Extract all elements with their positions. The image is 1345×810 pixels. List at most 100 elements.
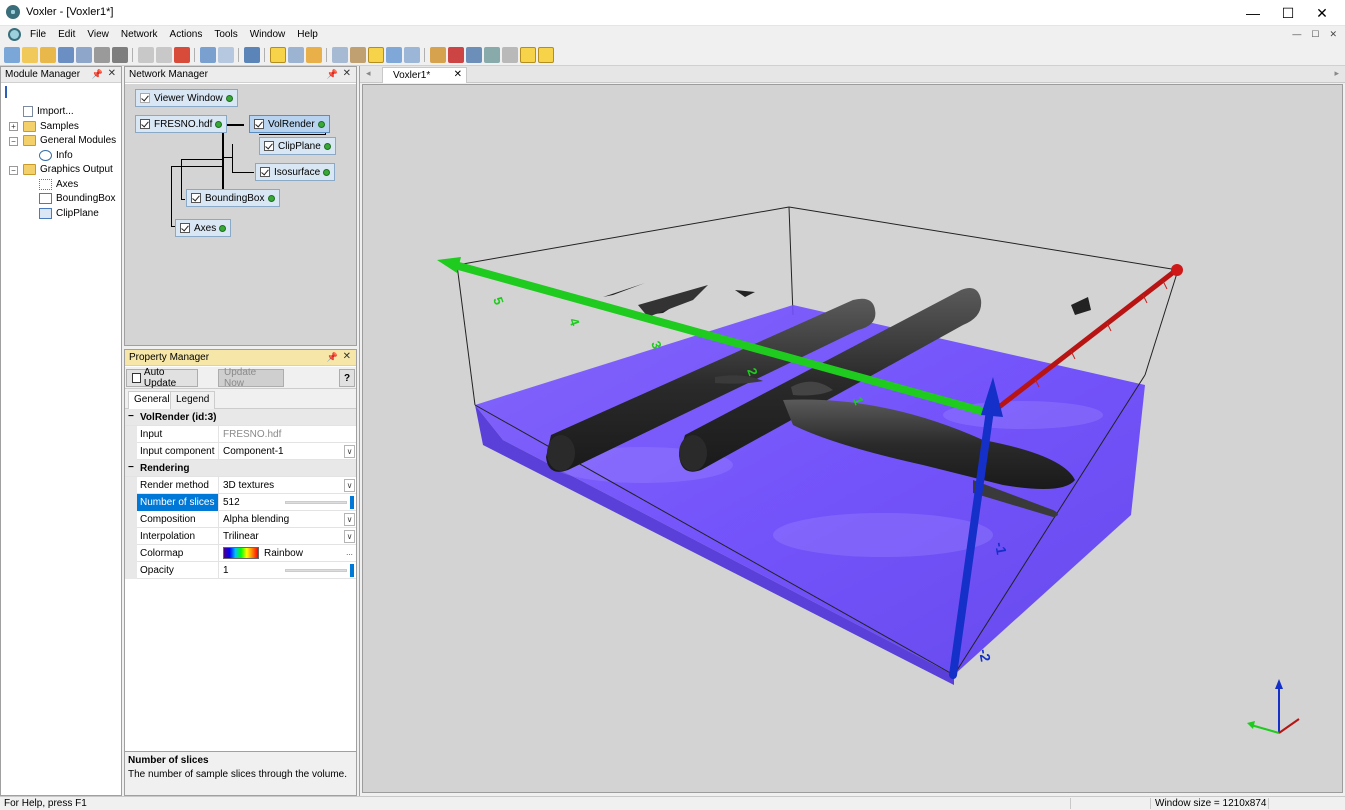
tree-item-import[interactable]: Import... xyxy=(23,104,74,118)
save-icon[interactable] xyxy=(58,47,74,63)
collapse-icon[interactable]: − xyxy=(128,411,134,422)
new-worksheet-icon[interactable] xyxy=(22,47,38,63)
fit-to-window-icon[interactable] xyxy=(332,47,348,63)
dropdown-arrow-icon[interactable]: ∨ xyxy=(344,513,355,526)
tree-item-general-modules[interactable]: General Modules xyxy=(23,133,116,147)
opacity-slider-track[interactable] xyxy=(285,569,347,572)
light-icon[interactable] xyxy=(538,47,554,63)
node-output-port-icon[interactable] xyxy=(219,224,227,232)
menu-edit[interactable]: Edit xyxy=(58,29,83,40)
node-checkbox[interactable] xyxy=(140,93,150,103)
menu-network[interactable]: Network xyxy=(121,29,166,40)
node-checkbox[interactable] xyxy=(140,119,150,129)
row-render-method[interactable]: Render method 3D textures ∨ xyxy=(125,477,356,494)
tab-scroll-left-icon[interactable]: ◂ xyxy=(366,68,371,79)
close-icon[interactable]: ✕ xyxy=(343,351,351,362)
node-isosurface[interactable]: Isosurface xyxy=(255,163,336,181)
row-colormap[interactable]: Colormap Rainbow ... xyxy=(125,545,356,562)
pin-icon[interactable]: 📌 xyxy=(92,69,103,80)
opacity-slider-handle[interactable] xyxy=(350,564,354,577)
section-volrender[interactable]: − VolRender (id:3) xyxy=(125,409,356,426)
open-icon[interactable] xyxy=(40,47,56,63)
help-pointer-icon[interactable] xyxy=(244,47,260,63)
document-system-menu-icon[interactable] xyxy=(8,28,21,41)
tree-item-graphics-output[interactable]: Graphics Output xyxy=(23,162,113,176)
close-button[interactable]: ✕ xyxy=(1299,0,1345,26)
tab-scroll-right-icon[interactable]: ▸ xyxy=(1334,68,1339,79)
tab-general[interactable]: General xyxy=(128,391,176,409)
import-arrow-icon[interactable] xyxy=(5,86,15,98)
node-checkbox[interactable] xyxy=(254,119,264,129)
orthographic-view-icon[interactable] xyxy=(386,47,402,63)
help-button[interactable]: ? xyxy=(339,369,355,387)
node-output-port-icon[interactable] xyxy=(215,120,223,128)
tree-item-boundingbox[interactable]: BoundingBox xyxy=(39,191,116,205)
node-output-port-icon[interactable] xyxy=(267,194,275,202)
pin-icon[interactable]: 📌 xyxy=(327,352,338,363)
node-fresno-hdf[interactable]: FRESNO.hdf xyxy=(135,115,228,133)
stereo-icon[interactable] xyxy=(520,47,536,63)
row-opacity[interactable]: Opacity 1 xyxy=(125,562,356,579)
pin-icon[interactable]: 📌 xyxy=(327,69,338,80)
network-canvas[interactable]: Viewer Window FRESNO.hdf VolRender ClipP… xyxy=(125,84,356,345)
node-checkbox[interactable] xyxy=(260,167,270,177)
expand-samples-icon[interactable]: + xyxy=(9,122,18,131)
menu-help[interactable]: Help xyxy=(297,29,326,40)
new-icon[interactable] xyxy=(4,47,20,63)
node-volrender[interactable]: VolRender xyxy=(249,115,330,133)
select-tool-icon[interactable] xyxy=(270,47,286,63)
section-rendering[interactable]: − Rendering xyxy=(125,460,356,477)
tab-voxler1[interactable]: Voxler1* ✕ xyxy=(382,67,467,83)
mdi-close-button[interactable]: ✕ xyxy=(1329,29,1337,40)
node-viewer-window[interactable]: Viewer Window xyxy=(135,89,238,107)
undo-icon[interactable] xyxy=(200,47,216,63)
dropdown-arrow-icon[interactable]: ∨ xyxy=(344,479,355,492)
node-checkbox[interactable] xyxy=(180,223,190,233)
axes-tool-icon[interactable] xyxy=(502,47,518,63)
row-number-of-slices[interactable]: Number of slices 512 xyxy=(125,494,356,511)
perspective-view-icon[interactable] xyxy=(368,47,384,63)
collapse-graphics-output-icon[interactable]: − xyxy=(9,166,18,175)
copy-icon[interactable] xyxy=(138,47,154,63)
menu-view[interactable]: View xyxy=(87,29,117,40)
print-icon[interactable] xyxy=(94,47,110,63)
menu-actions[interactable]: Actions xyxy=(170,29,211,40)
mdi-minimize-button[interactable]: — xyxy=(1292,29,1301,40)
tab-legend[interactable]: Legend xyxy=(170,391,216,409)
save-as-icon[interactable] xyxy=(76,47,92,63)
node-axes[interactable]: Axes xyxy=(175,219,232,237)
zoom-icon[interactable] xyxy=(288,47,304,63)
slices-slider-track[interactable] xyxy=(285,501,347,504)
row-interpolation[interactable]: Interpolation Trilinear ∨ xyxy=(125,528,356,545)
record-icon[interactable] xyxy=(448,47,464,63)
export-icon[interactable] xyxy=(466,47,482,63)
close-icon[interactable]: ✕ xyxy=(343,68,351,79)
close-tab-icon[interactable]: ✕ xyxy=(454,69,462,80)
rotate-view-icon[interactable] xyxy=(404,47,420,63)
node-boundingbox[interactable]: BoundingBox xyxy=(186,189,280,207)
tree-item-clipplane[interactable]: ClipPlane xyxy=(39,206,99,220)
paste-icon[interactable] xyxy=(156,47,172,63)
3d-viewport[interactable]: 5 4 3 2 1 -1 -2 xyxy=(362,84,1343,793)
collapse-icon[interactable]: − xyxy=(128,462,134,473)
tree-item-samples[interactable]: Samples xyxy=(23,119,79,133)
capture-icon[interactable] xyxy=(430,47,446,63)
home-view-icon[interactable] xyxy=(350,47,366,63)
mdi-restore-button[interactable]: ☐ xyxy=(1311,29,1319,40)
close-icon[interactable]: ✕ xyxy=(108,68,116,79)
row-input[interactable]: Input FRESNO.hdf xyxy=(125,426,356,443)
colormap-more-button[interactable]: ... xyxy=(344,547,355,560)
node-checkbox[interactable] xyxy=(191,193,201,203)
redo-icon[interactable] xyxy=(218,47,234,63)
node-output-port-icon[interactable] xyxy=(323,142,331,150)
node-output-port-icon[interactable] xyxy=(317,120,325,128)
node-output-port-icon[interactable] xyxy=(225,94,233,102)
dropdown-arrow-icon[interactable]: ∨ xyxy=(344,445,355,458)
network-tool-icon[interactable] xyxy=(484,47,500,63)
node-checkbox[interactable] xyxy=(264,141,274,151)
dropdown-arrow-icon[interactable]: ∨ xyxy=(344,530,355,543)
node-output-port-icon[interactable] xyxy=(323,168,331,176)
row-composition[interactable]: Composition Alpha blending ∨ xyxy=(125,511,356,528)
menu-tools[interactable]: Tools xyxy=(214,29,245,40)
update-now-button[interactable]: Update Now xyxy=(218,367,284,389)
